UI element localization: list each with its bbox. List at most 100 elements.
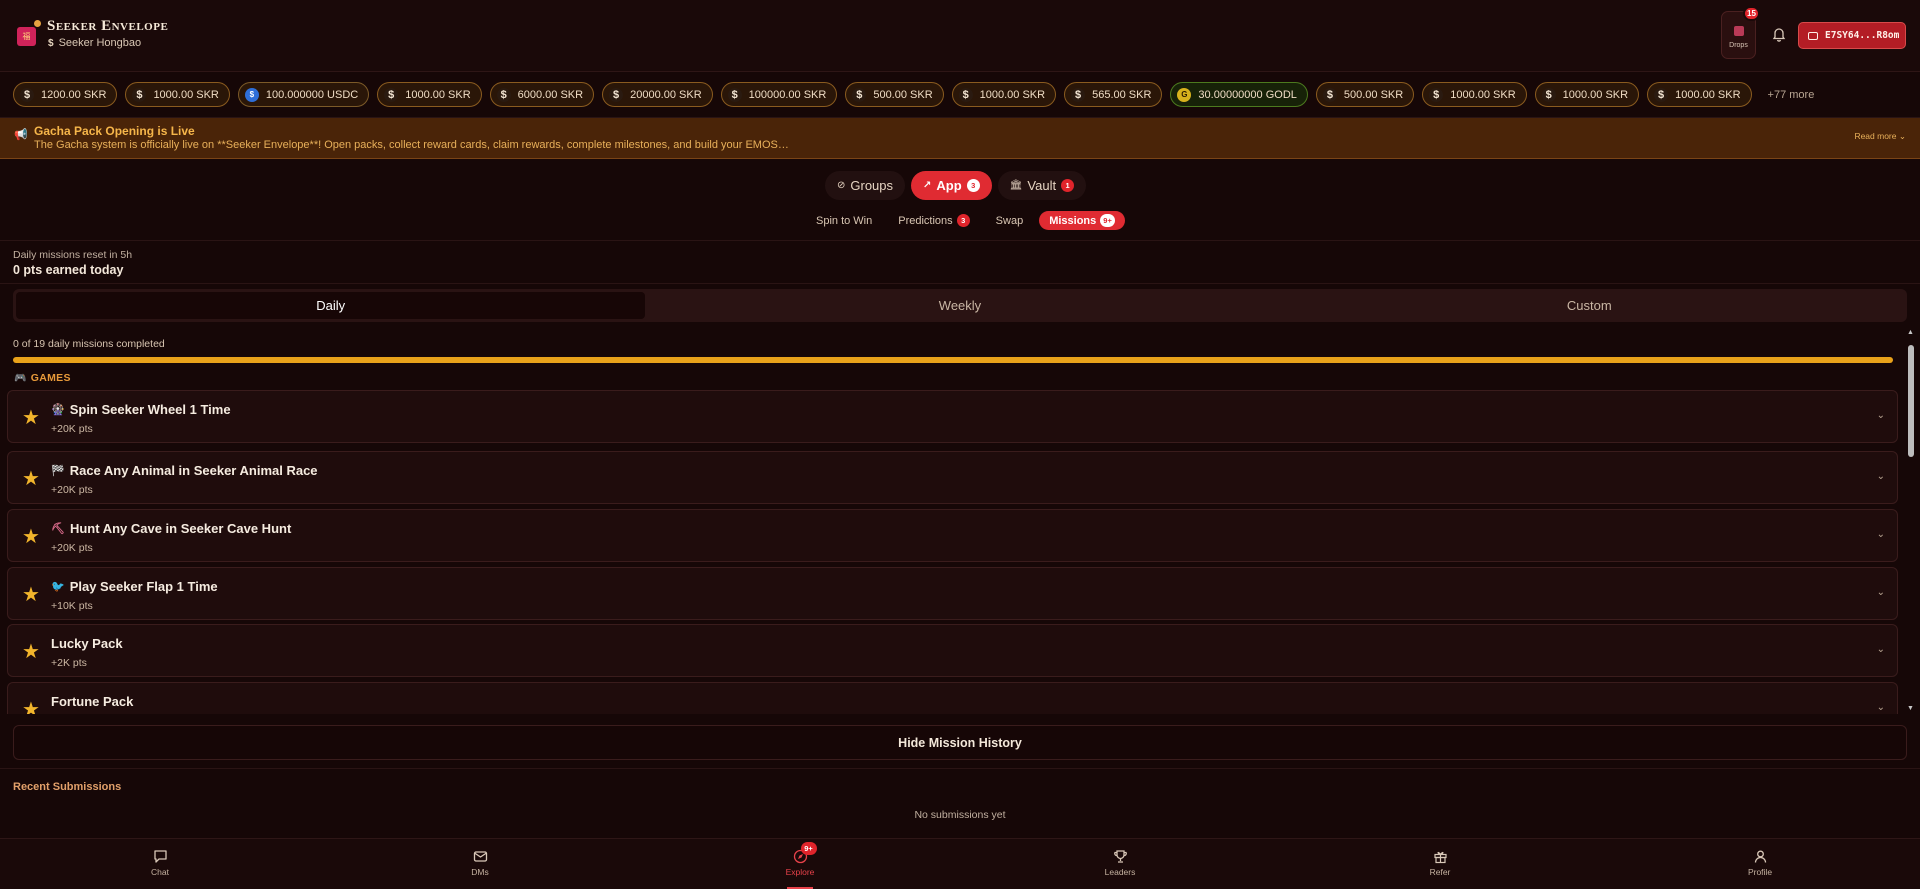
mission-title: 🎡 Spin Seeker Wheel 1 Time — [51, 402, 231, 417]
token-chip[interactable]: $6000.00 SKR — [489, 82, 595, 107]
section-title: GAMES — [30, 372, 71, 384]
mission-item[interactable]: ★ 🐦 Play Seeker Flap 1 Time +10K pts ⌄ — [7, 567, 1898, 620]
scroll-down-icon[interactable]: ▼ — [1907, 705, 1914, 712]
hide-mission-history-button[interactable]: Hide Mission History — [13, 725, 1907, 760]
skr-icon: $ — [609, 87, 624, 102]
mission-title: 🐦 Play Seeker Flap 1 Time — [51, 579, 218, 594]
tab-custom[interactable]: Custom — [1275, 292, 1904, 319]
nav-refer[interactable]: Refer — [1400, 849, 1480, 877]
token-chip[interactable]: $1200.00 SKR — [13, 82, 118, 107]
wallet-address: E7SY64...R8om — [1825, 30, 1900, 41]
tab-daily[interactable]: Daily — [16, 292, 646, 319]
nav-label: Leaders — [1104, 867, 1136, 877]
tab-badge: 3 — [966, 179, 980, 192]
skr-icon: $ — [1429, 87, 1444, 102]
token-chip[interactable]: $1000.00 SKR — [125, 82, 230, 107]
token-chip[interactable]: $1000.00 SKR — [951, 82, 1057, 107]
mission-item[interactable]: ★ 🎡 Spin Seeker Wheel 1 Time +20K pts ⌄ — [7, 390, 1898, 443]
mission-list-scrollbar[interactable]: ▲ ▼ — [1906, 329, 1916, 715]
read-more-link[interactable]: Read more ⌄ — [1854, 131, 1906, 142]
token-chip[interactable]: $1000.00 SKR — [1422, 82, 1527, 107]
scroll-up-icon[interactable]: ▲ — [1907, 329, 1914, 336]
token-amount: 500.00 SKR — [1343, 88, 1404, 101]
token-chip[interactable]: $565.00 SKR — [1064, 82, 1163, 107]
tab-label: Missions — [1049, 214, 1097, 227]
nav-leaders[interactable]: Leaders — [1080, 849, 1160, 877]
tab-missions[interactable]: Missions 9+ — [1039, 211, 1125, 230]
nav-profile[interactable]: Profile — [1720, 849, 1800, 877]
tab-badge: 9+ — [1100, 214, 1115, 227]
tab-app[interactable]: ↗ App 3 — [911, 171, 992, 200]
skr-icon: $ — [1654, 87, 1669, 102]
chevron-down-icon[interactable]: ⌄ — [1877, 587, 1885, 598]
progress-fill — [13, 357, 1893, 363]
read-more-label: Read more — [1854, 131, 1897, 141]
nav-chat[interactable]: Chat — [120, 849, 200, 877]
chevron-down-icon[interactable]: ⌄ — [1877, 471, 1885, 482]
tab-swap[interactable]: Swap — [986, 211, 1034, 230]
chevron-down-icon[interactable]: ⌄ — [1877, 644, 1885, 655]
token-chip[interactable]: $20000.00 SKR — [602, 82, 713, 107]
token-chip[interactable]: $1000.00 SKR — [1647, 82, 1752, 107]
nav-label: Refer — [1429, 867, 1451, 877]
trending-up-icon: ↗ — [923, 180, 932, 191]
tab-weekly[interactable]: Weekly — [645, 292, 1274, 319]
mission-title-text: Spin Seeker Wheel 1 Time — [69, 402, 231, 417]
scrollbar-thumb[interactable] — [1908, 345, 1914, 457]
star-icon: ★ — [22, 699, 40, 714]
mission-item[interactable]: ★ ⛏ Hunt Any Cave in Seeker Cave Hunt +2… — [7, 509, 1898, 562]
mission-item[interactable]: ★ 🏁 Race Any Animal in Seeker Animal Rac… — [7, 451, 1898, 504]
token-chip[interactable]: G 30.00000000 GODL — [1170, 82, 1308, 107]
chevron-down-icon[interactable]: ⌄ — [1877, 410, 1885, 421]
skr-icon: $ — [132, 87, 147, 102]
drops-badge: 15 — [1743, 6, 1760, 21]
token-chip[interactable]: $500.00 SKR — [1315, 82, 1415, 107]
mission-title-text: Race Any Animal in Seeker Animal Race — [69, 463, 318, 478]
token-chip[interactable]: $1000.00 SKR — [377, 82, 482, 107]
missions-completed-count: 0 of 19 daily missions completed — [13, 338, 165, 350]
token-amount: 100.000000 USDC — [265, 88, 359, 101]
star-icon: ★ — [22, 526, 40, 548]
token-amount: 1000.00 SKR — [1450, 88, 1516, 101]
bottom-navigation: Chat DMs 9+ Explore Leaders Refer Profil… — [0, 838, 1920, 889]
token-amount: 6000.00 SKR — [517, 88, 584, 101]
tab-vault[interactable]: 🏛 Vault 1 — [997, 171, 1087, 200]
user-icon — [1754, 850, 1766, 863]
missions-progress-bar — [13, 357, 1893, 363]
app-logo-icon[interactable]: 福 — [17, 20, 41, 46]
token-amount: 20000.00 SKR — [630, 88, 702, 101]
skr-icon: $ — [958, 87, 973, 102]
tab-groups[interactable]: ⊘ Groups — [825, 171, 906, 200]
section-games-label: 🎮 GAMES — [14, 372, 71, 384]
tab-spin-to-win[interactable]: Spin to Win — [806, 211, 882, 230]
token-chip[interactable]: $100.000000 USDC — [237, 82, 370, 107]
chevron-down-icon[interactable]: ⌄ — [1877, 529, 1885, 540]
bell-icon[interactable] — [1772, 27, 1786, 42]
mission-item[interactable]: ★ Lucky Pack +2K pts ⌄ — [7, 624, 1898, 677]
more-tokens-link[interactable]: +77 more — [1768, 89, 1815, 101]
wallet-button[interactable]: E7SY64...R8om — [1798, 22, 1906, 49]
tab-predictions[interactable]: Predictions 3 — [888, 211, 979, 230]
drops-button[interactable]: Drops 15 — [1721, 6, 1760, 59]
nav-label: Profile — [1747, 867, 1773, 877]
token-amount: 100000.00 SKR — [748, 88, 827, 101]
nav-label: Chat — [151, 867, 169, 877]
chevron-down-icon[interactable]: ⌄ — [1877, 702, 1885, 713]
divider — [0, 283, 1920, 284]
nav-dms[interactable]: DMs — [440, 849, 520, 877]
token-chip[interactable]: $500.00 SKR — [845, 82, 944, 107]
token-chip[interactable]: $1000.00 SKR — [1534, 82, 1640, 107]
token-amount: 30.00000000 GODL — [1198, 88, 1297, 101]
mail-icon — [473, 851, 487, 862]
skr-icon: $ — [384, 87, 399, 102]
compass-icon: ⊘ — [837, 180, 846, 191]
nav-explore[interactable]: 9+ Explore — [760, 842, 840, 877]
tab-label: Vault — [1027, 178, 1057, 193]
mission-title-text: Fortune Pack — [51, 694, 134, 709]
mission-item[interactable]: ★ Fortune Pack ⌄ — [7, 682, 1898, 714]
mission-points: +20K pts — [51, 423, 93, 435]
period-tabs: Daily Weekly Custom — [13, 289, 1907, 322]
tab-label: Swap — [995, 214, 1024, 227]
mission-points: +10K pts — [51, 600, 93, 612]
token-chip[interactable]: $100000.00 SKR — [720, 82, 838, 107]
